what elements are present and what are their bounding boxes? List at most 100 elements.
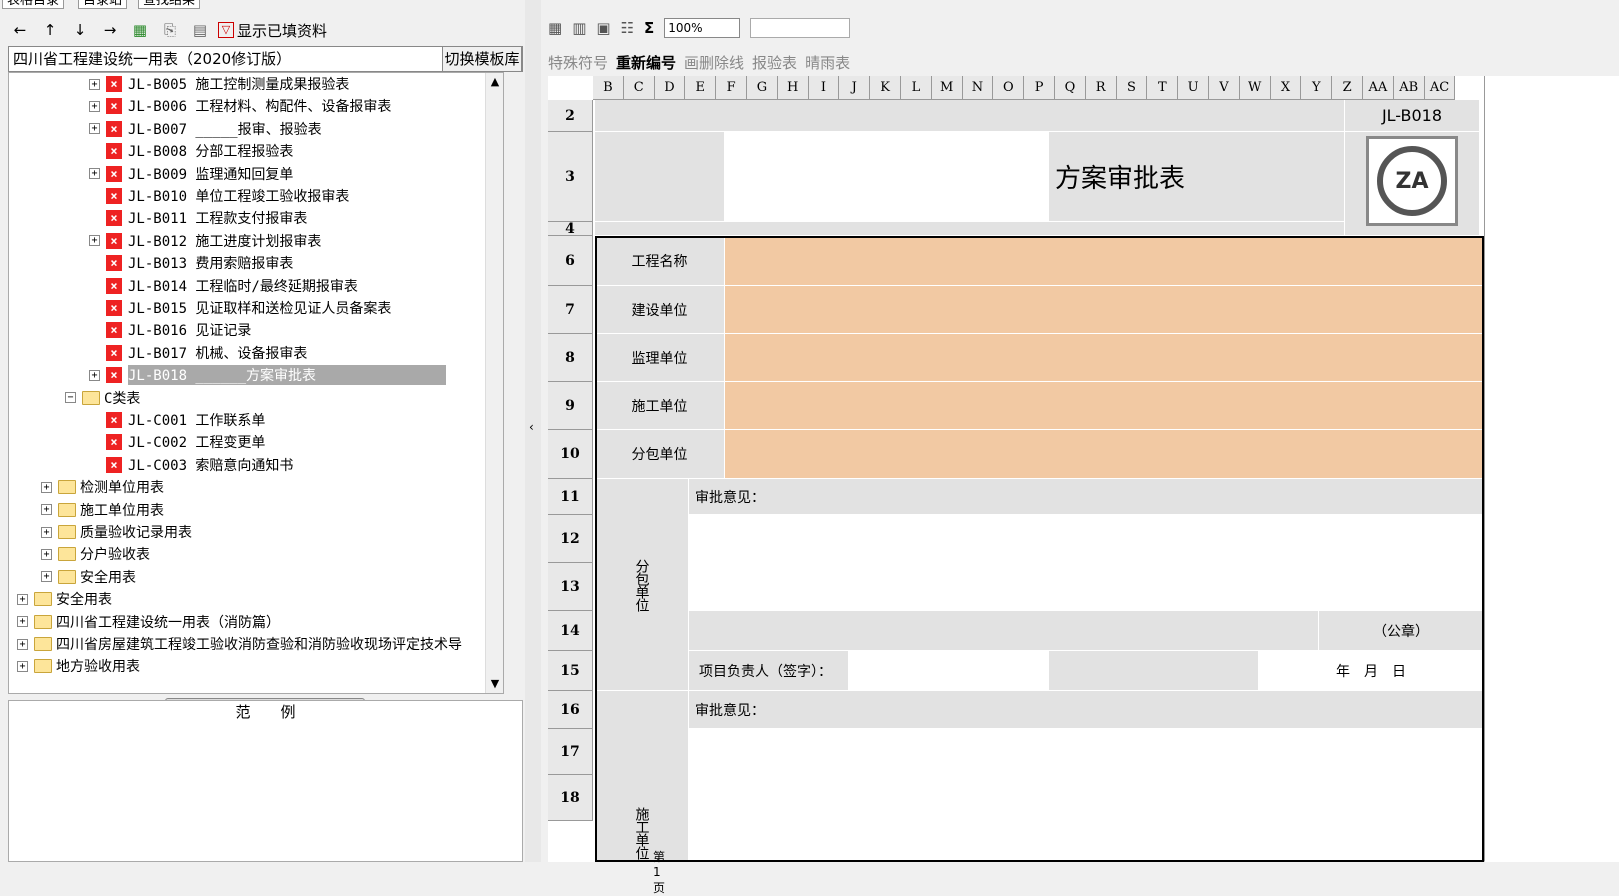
expand-icon[interactable]: + [17,593,28,605]
expand-icon[interactable]: + [17,616,28,628]
special-symbol-button[interactable]: 特殊符号 [548,52,608,73]
row-header[interactable]: 7 [548,286,593,334]
tree-item[interactable]: × JL-B017 机械、设备报审表 [89,342,307,364]
tab-directory[interactable]: 目录站 [78,0,128,9]
sheet-tab[interactable]: 第1页 [653,848,665,896]
renumber-button[interactable]: 重新编号 [616,52,676,73]
row-header[interactable]: 2 [548,100,593,132]
tree-item[interactable]: + × JL-B006 工程材料、构配件、设备报审表 [89,95,391,117]
tree-item[interactable]: + × JL-B007 _____报审、报验表 [89,118,322,140]
column-header[interactable]: S [1116,76,1148,100]
expand-icon[interactable]: + [41,571,52,583]
signer-spacer[interactable] [1049,651,1259,691]
field-input[interactable] [725,236,1484,286]
expand-icon[interactable]: + [89,235,100,247]
tree-item[interactable]: + × JL-B005 施工控制测量成果报验表 [89,73,349,95]
expand-icon[interactable]: + [17,638,28,650]
column-header[interactable]: O [993,76,1025,100]
field-input[interactable] [725,430,1484,479]
tree-item[interactable]: + 地方验收用表 [17,655,140,677]
tree-item[interactable]: + × JL-B012 施工进度计划报审表 [89,230,321,252]
expand-icon[interactable]: + [41,526,52,538]
tree-item[interactable]: × JL-B013 费用索赔报审表 [89,252,293,274]
row-header[interactable]: 16 [548,691,593,729]
column-header[interactable]: C [623,76,655,100]
column-header[interactable]: W [1239,76,1271,100]
tree-item[interactable]: + 安全用表 [41,566,136,588]
header-cell[interactable] [595,100,1345,132]
column-header[interactable]: F [716,76,747,100]
merge-icon[interactable]: ▦ [548,19,562,37]
tree-item[interactable]: + × JL-B009 监理通知回复单 [89,163,293,185]
column-header[interactable]: P [1024,76,1055,100]
tree-item[interactable]: + 分户验收表 [41,543,150,565]
expand-icon[interactable]: + [17,660,28,672]
strike-button[interactable]: 画删除线 [684,52,744,73]
expand-icon[interactable]: + [89,100,100,112]
column-header[interactable]: T [1147,76,1179,100]
tree-item[interactable]: + × JL-B018 ______方案审批表 [89,364,447,386]
template-selector[interactable]: 四川省工程建设统一用表（2020修订版） 切换模板库 [8,46,523,72]
collapse-left-icon[interactable]: ‹ [529,420,534,434]
tree-item[interactable]: × JL-C003 索赔意向通知书 [89,454,293,476]
tree-item[interactable]: × JL-B008 分部工程报验表 [89,140,293,162]
column-header[interactable]: AB [1393,76,1425,100]
column-header[interactable]: B [593,76,624,100]
expand-icon[interactable]: + [89,168,100,180]
row-header[interactable]: 8 [548,334,593,382]
column-header[interactable]: D [654,76,686,100]
tree-item[interactable]: + 四川省房屋建筑工程竣工验收消防查验和消防验收现场评定技术导 [17,633,462,655]
expand-icon[interactable]: + [89,78,100,90]
column-header[interactable]: Z [1332,76,1363,100]
header-cell[interactable] [595,132,725,222]
column-header[interactable]: N [962,76,994,100]
column-header[interactable]: I [808,76,840,100]
date-label[interactable]: 年 月 日 [1259,651,1484,691]
field-input[interactable] [725,286,1484,334]
tree-item[interactable]: + 施工单位用表 [41,499,164,521]
tree-item[interactable]: + 安全用表 [17,588,112,610]
column-header[interactable]: Q [1055,76,1086,100]
tree-item[interactable]: × JL-C001 工作联系单 [89,409,265,431]
column-header[interactable]: X [1270,76,1302,100]
tab-search-results[interactable]: 查找结果 [138,0,201,9]
opinion-input[interactable] [689,515,1484,611]
tree-item[interactable]: + 质量验收记录用表 [41,521,192,543]
weather-button[interactable]: 晴雨表 [805,52,850,73]
column-header[interactable]: R [1085,76,1117,100]
border-icon[interactable]: ▣ [596,19,610,37]
arrow-down-icon[interactable]: ↓ [68,18,92,42]
column-header[interactable]: L [901,76,932,100]
tab-catalog[interactable]: 表格目录 [2,0,65,9]
row-header[interactable]: 18 [548,775,593,821]
column-header[interactable]: H [777,76,809,100]
sum-icon[interactable]: Σ [644,19,654,37]
row-header[interactable]: 12 [548,515,593,563]
row-header[interactable]: 17 [548,729,593,775]
tree-item[interactable]: × JL-B011 工程款支付报审表 [89,207,307,229]
arrow-right-icon[interactable]: → [98,18,122,42]
expand-icon[interactable]: + [89,369,100,381]
tree-item[interactable]: × JL-B014 工程临时/最终延期报审表 [89,275,358,297]
row-header[interactable]: 15 [548,651,593,691]
column-header[interactable]: V [1209,76,1240,100]
header-cell[interactable] [595,222,1345,236]
row-header[interactable]: 11 [548,479,593,515]
project-logo-area[interactable] [725,132,1049,222]
tree-scrollbar[interactable]: ▲ ▼ [485,73,503,693]
column-header[interactable]: M [931,76,963,100]
tree-item[interactable]: × JL-B010 单位工程竣工验收报审表 [89,185,349,207]
tree-item[interactable]: × JL-C002 工程变更单 [89,431,265,453]
column-header[interactable]: G [747,76,778,100]
field-input[interactable] [725,382,1484,430]
column-header[interactable]: J [839,76,871,100]
split-icon[interactable]: ▥ [572,19,586,37]
show-filled-toggle[interactable]: ▽ 显示已填资料 [218,20,327,41]
table-icon[interactable]: ▤ [188,18,212,42]
expand-icon[interactable]: + [41,548,52,560]
signer-input[interactable] [849,651,1049,691]
arrow-left-icon[interactable]: ← [8,18,32,42]
row-header[interactable]: 10 [548,430,593,479]
tree-item[interactable]: − C类表 [65,387,140,409]
splitter[interactable]: ‹ [525,0,541,862]
